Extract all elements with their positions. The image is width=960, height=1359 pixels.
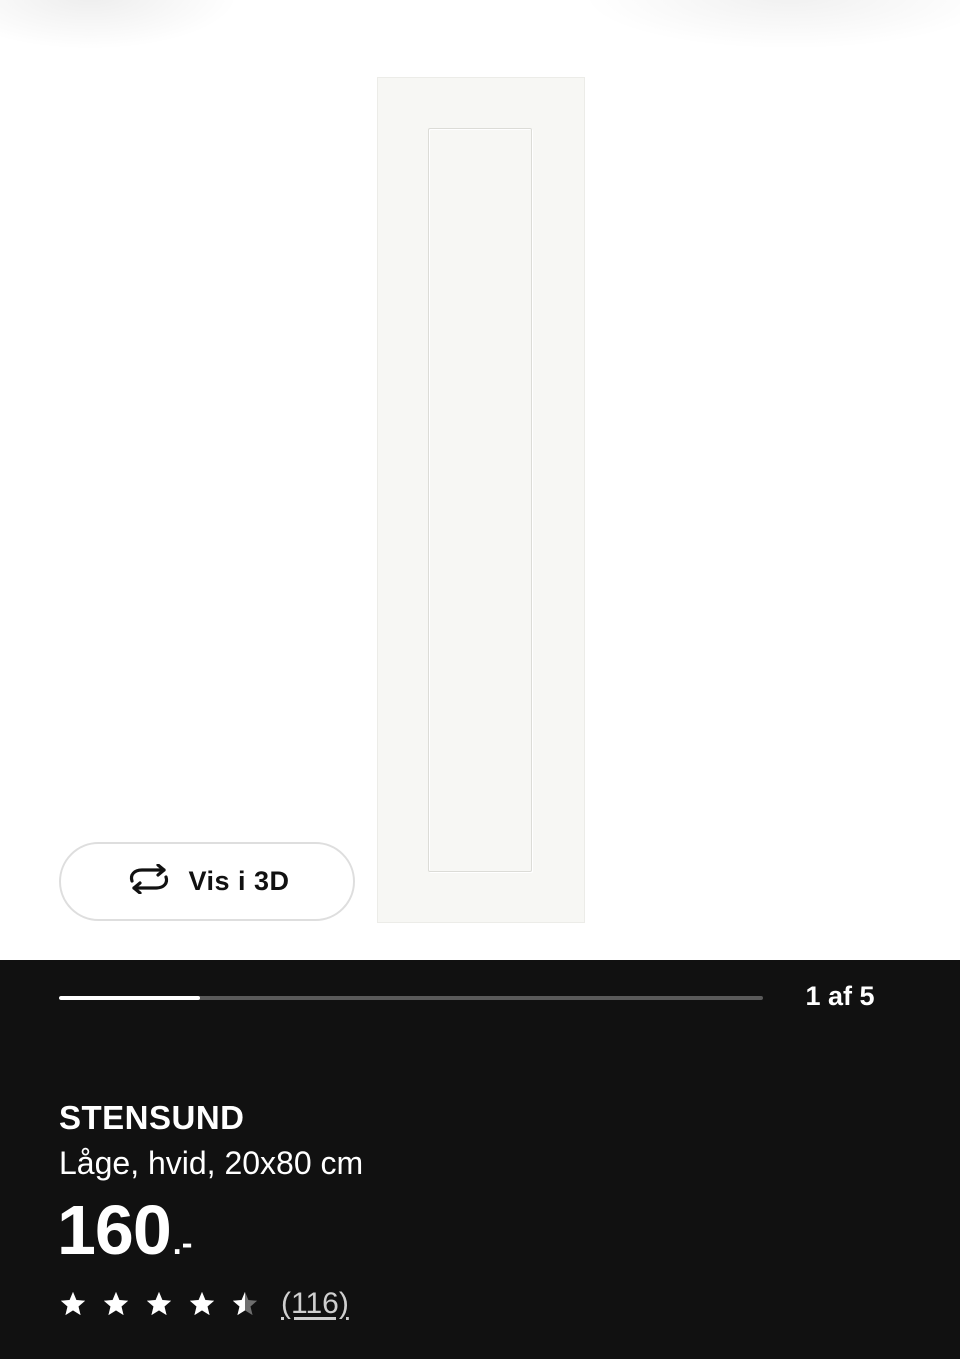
review-count-link[interactable]: (116) (281, 1287, 349, 1321)
rating-stars (59, 1290, 259, 1318)
star-full-icon (189, 1291, 215, 1316)
gallery-counter: 1 af 5 (805, 981, 875, 1011)
star-full-icon (60, 1291, 86, 1316)
star-full-icon (103, 1291, 129, 1316)
price-integer: 160 (57, 1191, 172, 1269)
gallery-progress-bar (59, 996, 763, 1000)
view-in-3d-button[interactable]: Vis i 3D (59, 842, 355, 921)
door-panel-frame (428, 128, 532, 872)
product-name: STENSUND (59, 1099, 245, 1136)
image-shadow-left (0, 0, 240, 50)
image-shadow-right (580, 0, 960, 50)
product-image-gallery[interactable]: Vis i 3D (0, 0, 960, 960)
star-full-icon (146, 1291, 172, 1316)
gallery-progress-fill (59, 996, 200, 1000)
product-image[interactable] (377, 77, 585, 923)
star-half-icon (232, 1291, 258, 1316)
view-in-3d-label: Vis i 3D (188, 866, 290, 896)
product-price: 160 .- (57, 1190, 192, 1270)
product-rating[interactable]: (116) (59, 1284, 349, 1324)
product-description: Låge, hvid, 20x80 cm (59, 1145, 364, 1181)
rotate-3d-icon (124, 863, 174, 899)
price-suffix: .- (172, 1225, 193, 1261)
